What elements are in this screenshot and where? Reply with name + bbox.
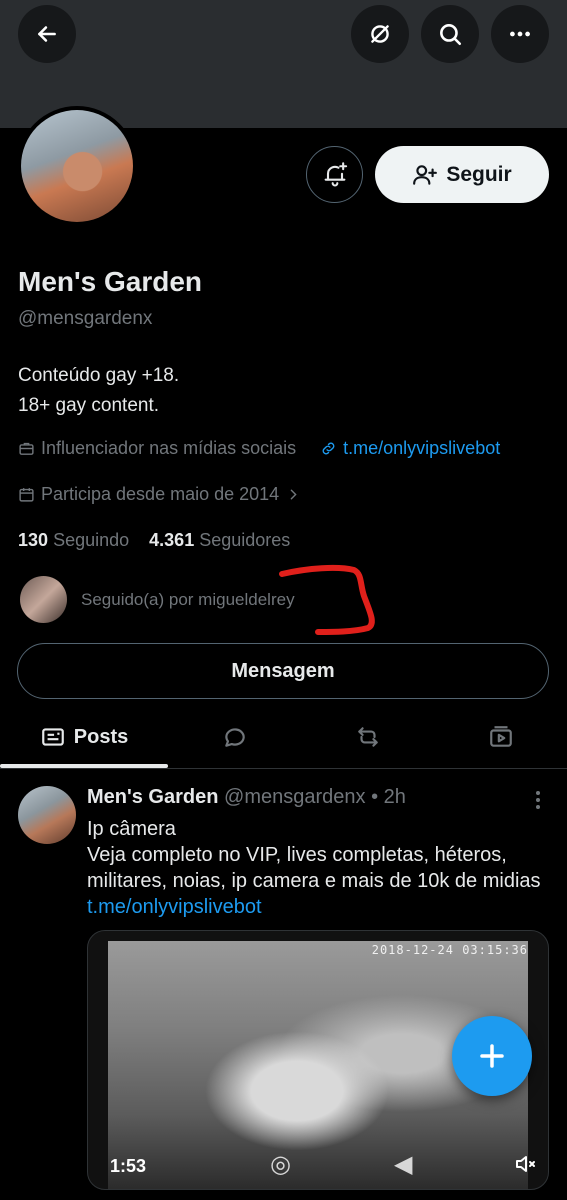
tab-posts[interactable]: Posts	[0, 705, 168, 769]
profile-tabs: Posts	[0, 705, 567, 769]
search-button[interactable]	[421, 5, 479, 63]
followers-count: 4.361	[149, 530, 195, 550]
video-duration: 1:53	[110, 1156, 147, 1176]
profile-name: Men's Garden	[18, 266, 203, 297]
follow-button[interactable]: Seguir	[375, 146, 549, 203]
bell-plus-icon	[324, 161, 347, 187]
active-tab-indicator	[0, 764, 168, 768]
post-line: Ip câmera	[87, 818, 176, 840]
more-options-button[interactable]	[491, 5, 549, 63]
profile-handle: @mensgardenx	[18, 308, 153, 329]
volume-muted-icon	[516, 1156, 535, 1172]
profile-meta-row: Influenciador nas mídias sociais t.me/on…	[18, 438, 500, 459]
joined-row[interactable]: Participa desde maio de 2014	[18, 484, 302, 505]
calendar-icon	[19, 488, 34, 502]
followed-by-text: Seguido(a) por migueldelrey	[81, 589, 295, 609]
media-icon	[489, 726, 512, 747]
back-button[interactable]	[18, 5, 76, 63]
follow-label: Seguir	[446, 162, 512, 186]
bio-line: 18+ gay content.	[18, 395, 160, 416]
message-button[interactable]: Mensagem	[17, 643, 549, 699]
post-header: Men's Garden @mensgardenx • 2h	[87, 786, 406, 809]
grok-button[interactable]	[351, 5, 409, 63]
link-icon	[322, 442, 335, 455]
profile-avatar[interactable]	[17, 106, 137, 226]
following-count: 130	[18, 530, 49, 550]
post-line: Veja completo no VIP, lives completas, h…	[87, 844, 541, 892]
profile-website-link[interactable]: t.me/onlyvipslivebot	[343, 438, 500, 459]
tab-reposts[interactable]	[301, 705, 434, 769]
followed-by-row[interactable]: Seguido(a) por migueldelrey	[20, 576, 295, 623]
post-more-button[interactable]	[528, 788, 548, 812]
following-link[interactable]: 130 Seguindo	[18, 530, 129, 550]
posts-icon	[41, 728, 64, 746]
profile-category: Influenciador nas mídias sociais	[41, 438, 297, 458]
follow-stats: 130 Seguindo 4.361 Seguidores	[18, 530, 290, 551]
followers-label: Seguidores	[199, 530, 291, 550]
profile-bio: Conteúdo gay +18. 18+ gay content.	[18, 361, 179, 421]
grok-icon	[371, 25, 389, 43]
post-meta: @mensgardenx • 2h	[224, 786, 406, 808]
followers-link[interactable]: 4.361 Seguidores	[149, 530, 290, 550]
more-vertical-icon	[536, 791, 540, 809]
notifications-button[interactable]	[306, 146, 363, 203]
post-author-name[interactable]: Men's Garden	[87, 786, 218, 808]
red-annotation-mark	[279, 564, 375, 635]
post-author-avatar[interactable]	[18, 786, 76, 844]
more-horizontal-icon	[510, 31, 530, 37]
tab-replies[interactable]	[168, 705, 301, 769]
home-nav-ghost-icon: ◎	[270, 1151, 291, 1178]
person-add-icon	[413, 164, 438, 185]
arrow-left-icon	[38, 26, 56, 42]
follower-avatar	[20, 576, 67, 623]
mute-button[interactable]	[510, 1149, 540, 1179]
post-body: Ip câmera Veja completo no VIP, lives co…	[87, 816, 553, 920]
post-link[interactable]: t.me/onlyvipslivebot	[87, 896, 262, 918]
plus-icon	[480, 1044, 504, 1068]
tab-label: Posts	[73, 725, 129, 748]
back-nav-ghost-icon: ◀	[394, 1151, 413, 1178]
briefcase-icon	[19, 442, 34, 455]
video-timestamp-overlay: 2018-12-24 03:15:36	[371, 943, 528, 957]
compose-button[interactable]	[452, 1016, 532, 1096]
bio-line: Conteúdo gay +18.	[18, 365, 180, 386]
chevron-right-icon	[290, 489, 297, 500]
replies-icon	[224, 728, 245, 747]
tab-media[interactable]	[434, 705, 567, 769]
reposts-icon	[357, 727, 378, 747]
avatar-image	[21, 110, 133, 222]
search-icon	[440, 24, 462, 46]
following-label: Seguindo	[53, 530, 130, 550]
profile-joined: Participa desde maio de 2014	[41, 484, 280, 504]
